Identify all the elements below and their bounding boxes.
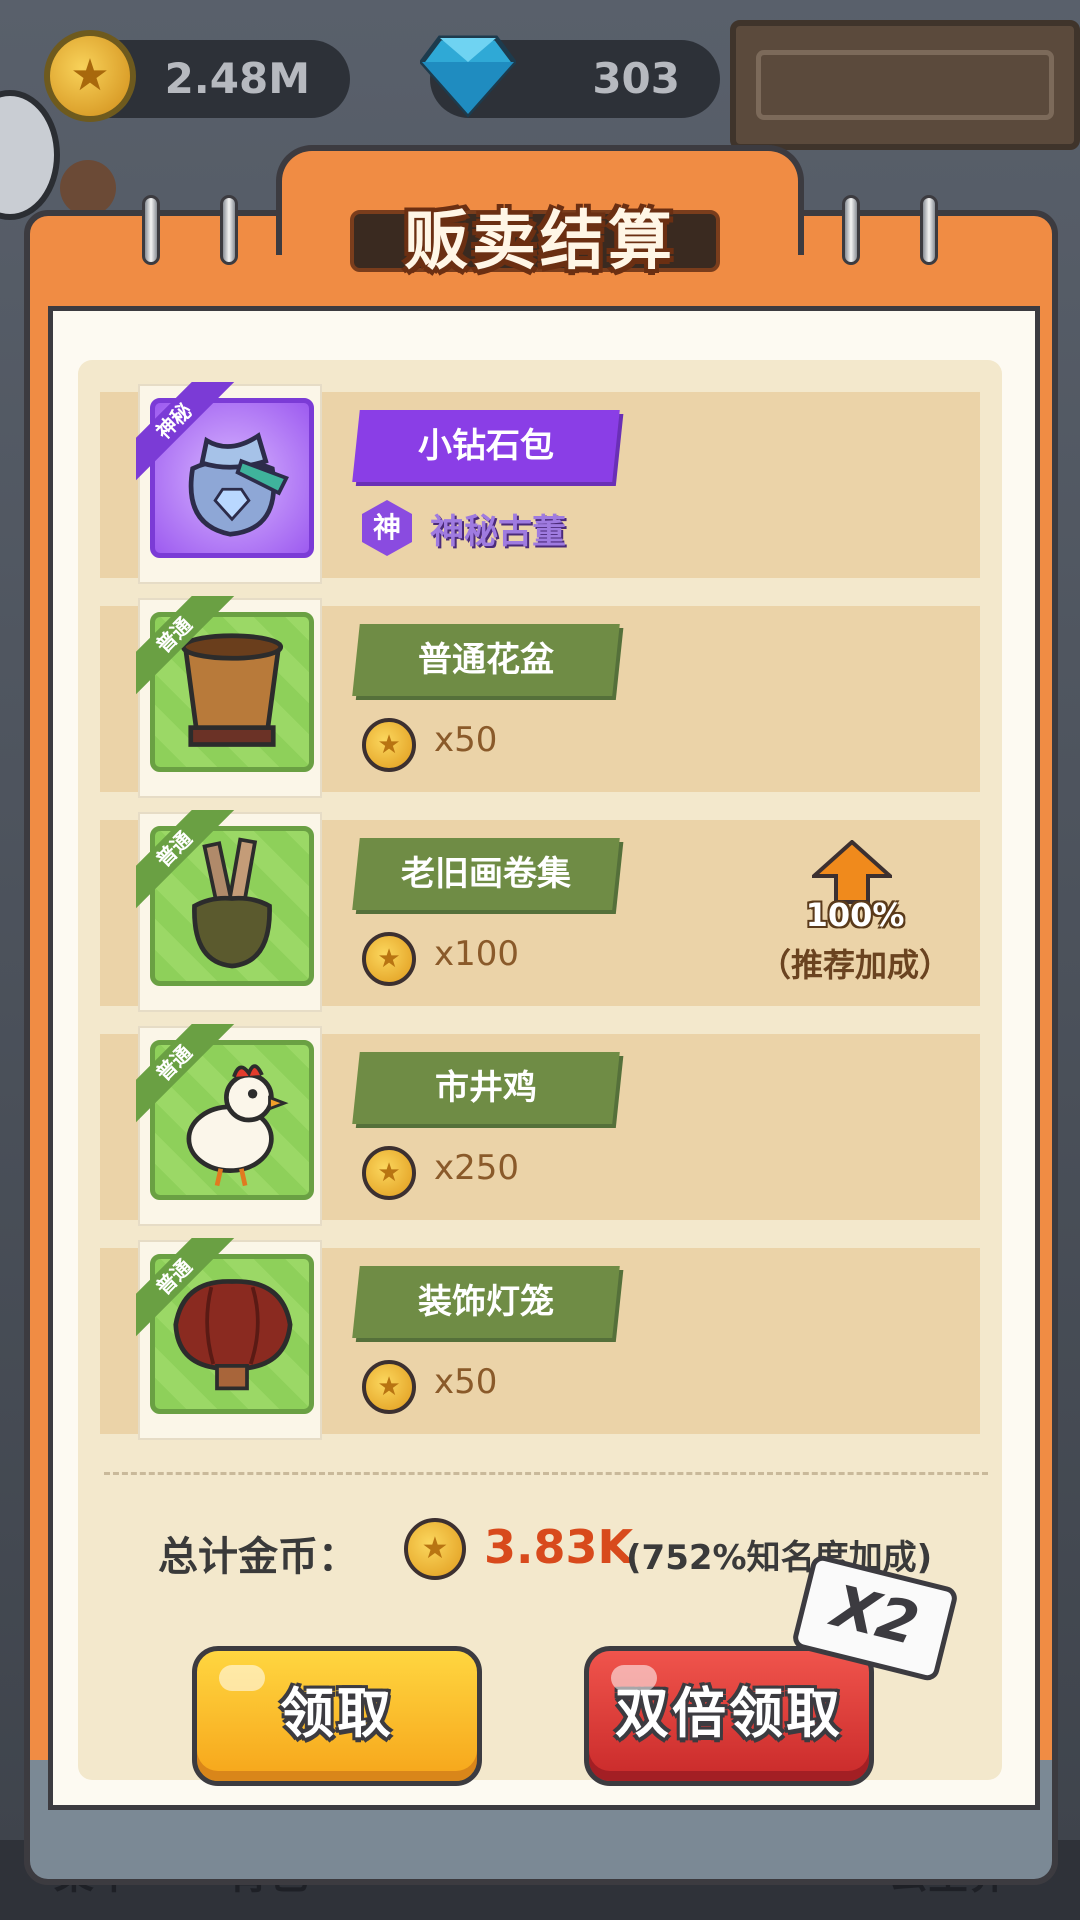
rarity-tag: 普通: [136, 596, 246, 706]
rarity-tag: 普通: [136, 1024, 246, 1134]
item-card: 普通: [136, 596, 322, 798]
claim-button[interactable]: 领取: [192, 1646, 482, 1786]
claim-button-label: 领取: [280, 1682, 394, 1745]
total-label: 总计金币：: [158, 1534, 358, 1580]
bonus-note: （推荐加成）: [758, 946, 951, 984]
item-name: 市井鸡: [435, 1068, 537, 1108]
item-reward: x50: [434, 720, 498, 760]
double-claim-button[interactable]: 双倍领取: [584, 1646, 874, 1786]
item-reward: x100: [434, 934, 520, 974]
npc-avatar: [60, 160, 116, 216]
item-card: 普通: [136, 1024, 322, 1226]
top-signboard: [730, 20, 1080, 150]
item-name: 小钻石包: [418, 426, 554, 466]
item-name: 老旧画卷集: [401, 854, 571, 894]
coin-icon: [44, 30, 136, 122]
coin-icon: [362, 932, 416, 986]
list-item: 普通 市井鸡 x250: [100, 1024, 980, 1226]
coin-icon: [362, 1146, 416, 1200]
item-reward: x250: [434, 1148, 520, 1188]
gem-amount: 303: [592, 54, 680, 103]
bonus-up-arrow-icon: [812, 840, 892, 904]
rarity-tag: 普通: [136, 810, 246, 920]
diamond-icon: [420, 35, 516, 118]
binder-ring-icon: [842, 195, 860, 265]
coin-icon: [404, 1518, 466, 1580]
list-item: 普通 普通花盆 x50: [100, 596, 980, 798]
binder-ring-icon: [142, 195, 160, 265]
item-reward: x50: [434, 1362, 498, 1402]
bonus-percent: 100%: [805, 896, 905, 934]
double-claim-label: 双倍领取: [615, 1682, 843, 1745]
total-coins: 3.83K: [484, 1520, 634, 1574]
divider: [104, 1472, 988, 1475]
item-name: 装饰灯笼: [418, 1282, 554, 1322]
binder-ring-icon: [220, 195, 238, 265]
modal-title: 贩卖结算: [404, 205, 676, 279]
item-card: 普通: [136, 1238, 322, 1440]
item-category: 神秘古董: [430, 512, 566, 552]
list-item: 普通 老旧画卷集 x100 100% （推荐加成）: [100, 810, 980, 1012]
item-name: 普通花盆: [418, 640, 554, 680]
item-card: 普通: [136, 810, 322, 1012]
rarity-tag: 神秘: [136, 382, 246, 492]
list-item: 神秘 小钻石包 神 神秘古董: [100, 382, 980, 584]
rarity-tag: 普通: [136, 1238, 246, 1348]
coin-icon: [362, 1360, 416, 1414]
item-card: 神秘: [136, 382, 322, 584]
binder-ring-icon: [920, 195, 938, 265]
coin-icon: [362, 718, 416, 772]
coin-amount: 2.48M: [164, 54, 310, 103]
mystic-badge-icon: 神: [362, 500, 412, 556]
list-item: 普通 装饰灯笼 x50: [100, 1238, 980, 1440]
